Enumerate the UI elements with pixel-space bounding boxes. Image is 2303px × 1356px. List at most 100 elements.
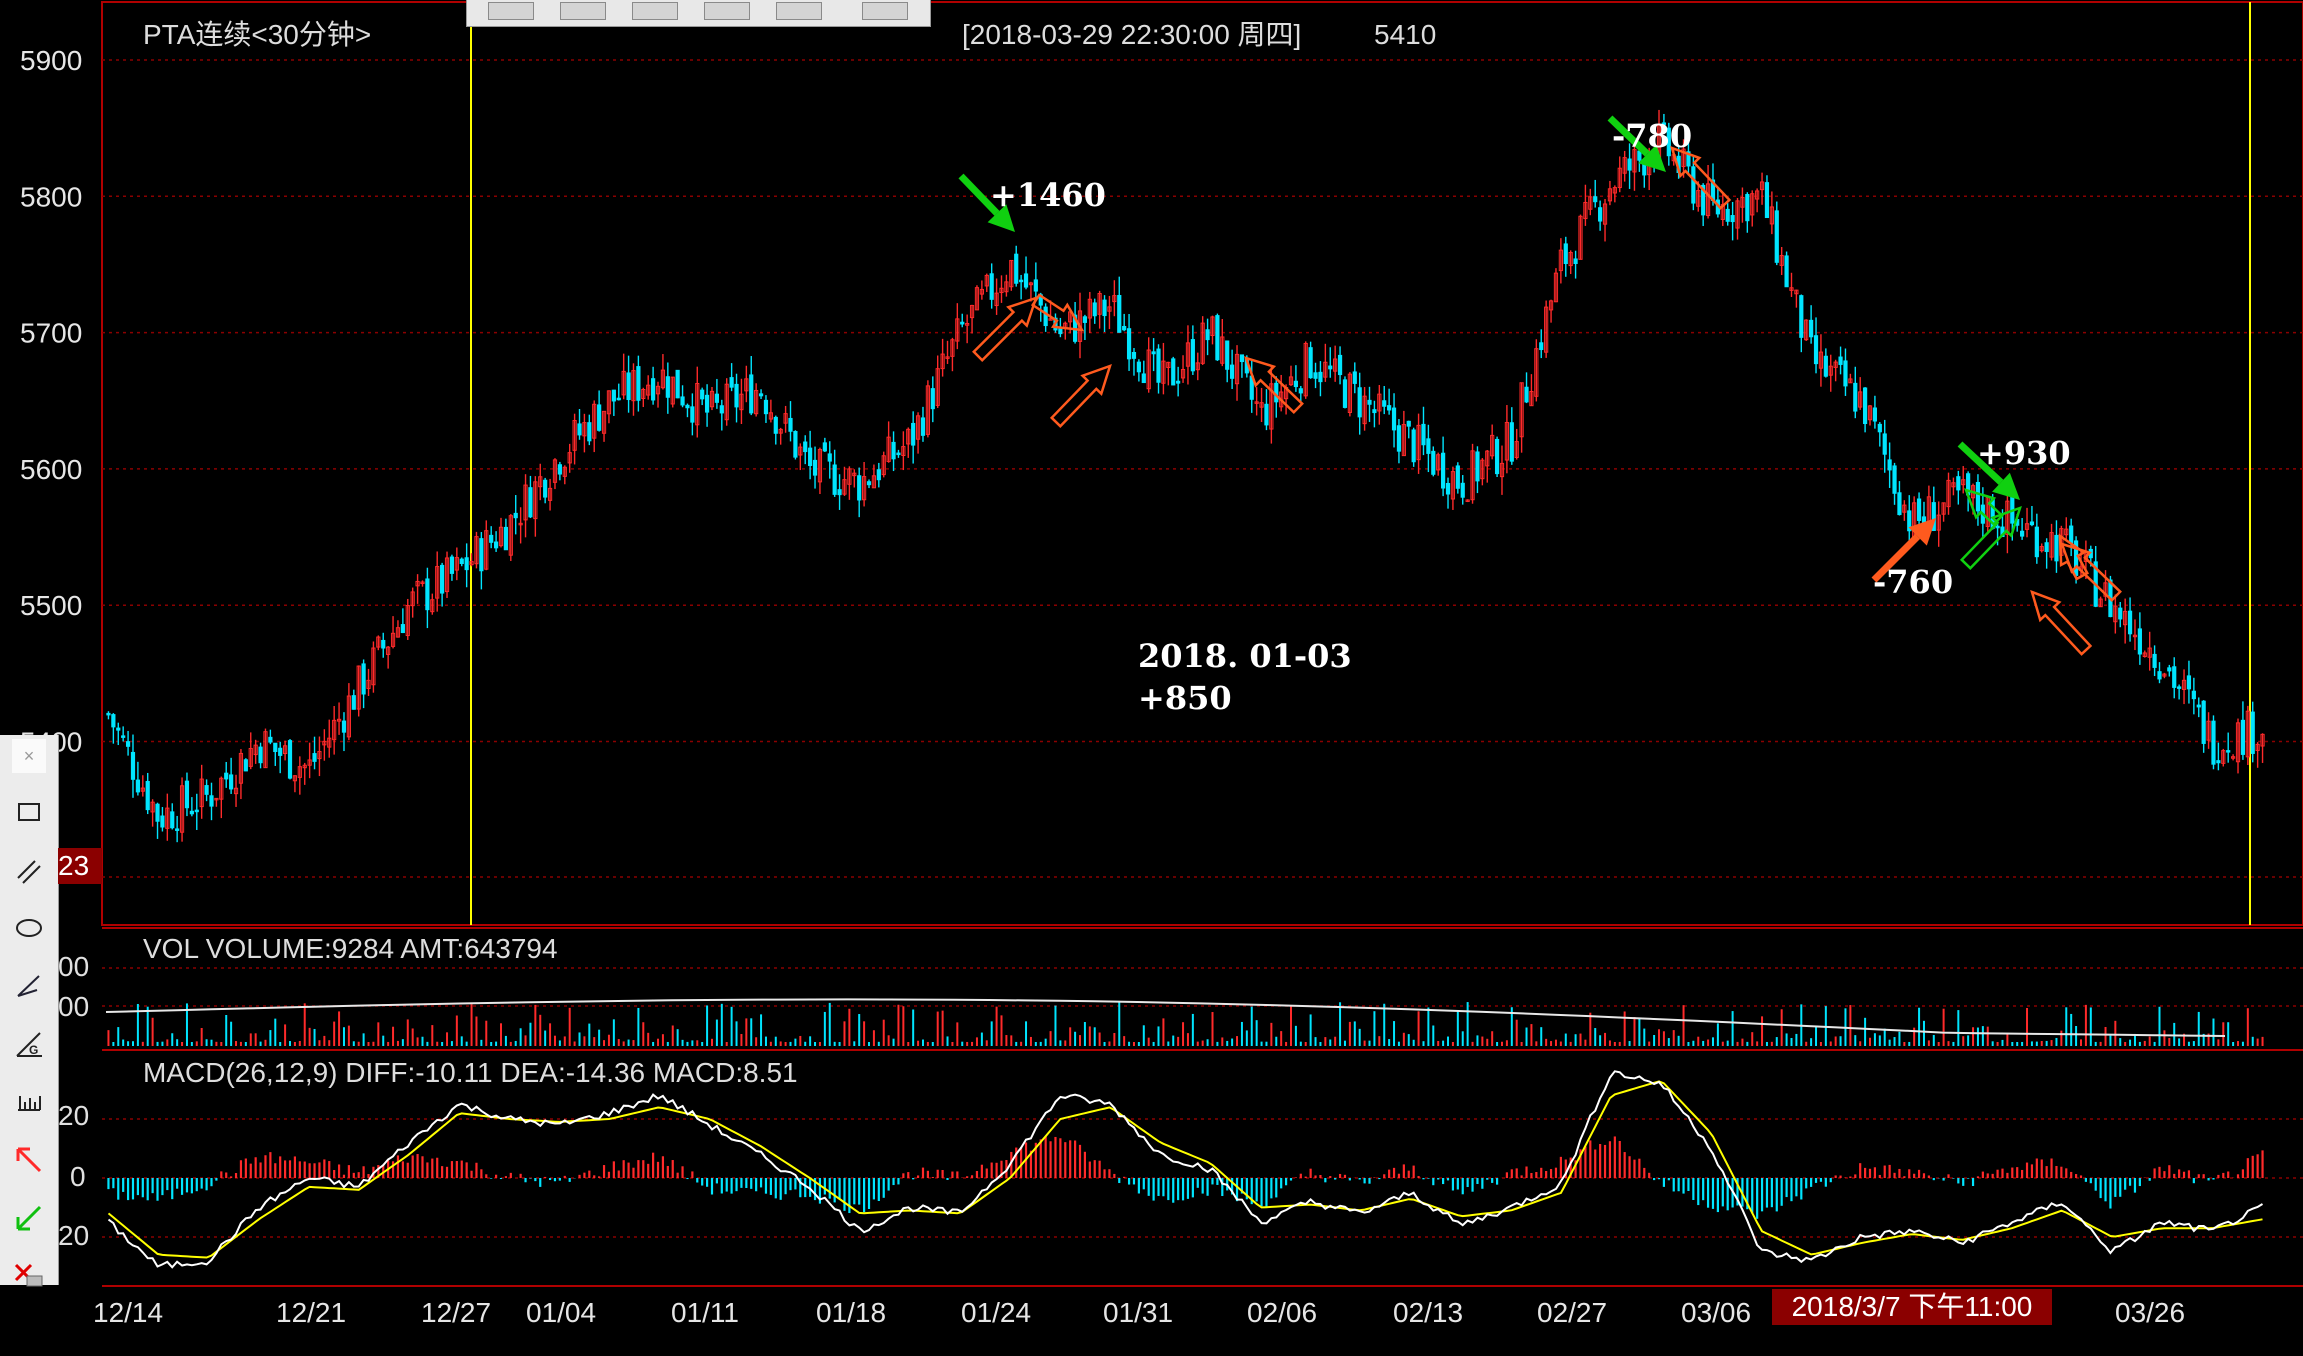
candle-body xyxy=(1872,407,1878,422)
candle-body xyxy=(616,397,621,401)
candle-body xyxy=(1043,306,1048,327)
pen-tool-icon[interactable] xyxy=(12,969,46,1003)
candle-body xyxy=(528,487,533,518)
candle-body xyxy=(1171,358,1176,386)
toolbar-button-3[interactable] xyxy=(632,2,678,20)
drawing-toolbox: × G xyxy=(0,735,59,1287)
candle-body xyxy=(1382,400,1387,407)
candle-body xyxy=(827,453,832,462)
candle-body xyxy=(2211,720,2216,765)
toolbar-button-2[interactable] xyxy=(560,2,606,20)
candle-body xyxy=(2226,750,2231,753)
candle-body xyxy=(145,780,150,811)
candle-body xyxy=(273,742,278,753)
candle-body xyxy=(1411,429,1416,463)
candle-body xyxy=(626,372,631,401)
candle-body xyxy=(258,746,263,764)
candle-body xyxy=(464,557,469,571)
candle-body xyxy=(1843,360,1848,387)
delete-tool-icon[interactable] xyxy=(12,1259,46,1293)
date-tick-label: 03/06 xyxy=(1681,1297,1751,1328)
candle-body xyxy=(1897,492,1902,516)
macd-tick-0: 0 xyxy=(70,1161,86,1192)
candle-body xyxy=(1745,194,1750,222)
candle-body xyxy=(1524,386,1529,403)
volume-ma-line xyxy=(105,998,2226,1037)
cursor-date-label: 2018/3/7 下午11:00 xyxy=(1772,1289,2052,1325)
macd-tick-20: 20 xyxy=(58,1100,89,1131)
candle-body xyxy=(989,273,994,300)
candle-body xyxy=(1853,382,1858,412)
candle-body xyxy=(1406,420,1411,427)
candle-body xyxy=(651,378,656,401)
candle-body xyxy=(489,534,494,543)
toolbar-button-6[interactable] xyxy=(862,2,908,20)
candle-body xyxy=(2152,653,2157,668)
candle-body xyxy=(312,753,317,762)
candle-body xyxy=(229,774,234,790)
candle-body xyxy=(690,406,695,423)
candle-body xyxy=(587,422,592,442)
candlestick-series xyxy=(106,109,2265,843)
candle-body xyxy=(1975,481,1981,512)
candle-body xyxy=(1239,354,1245,363)
candle-body xyxy=(2069,525,2074,544)
candle-body xyxy=(1809,319,1814,338)
candle-body xyxy=(1431,450,1436,475)
candle-body xyxy=(1122,325,1127,331)
candle-body xyxy=(1293,380,1299,388)
annotation-minus-780: -780 xyxy=(1612,117,1692,155)
macd-tick-neg20: 20 xyxy=(58,1220,89,1251)
candle-body xyxy=(125,741,131,747)
annotation-plus-1460: +1460 xyxy=(990,176,1106,214)
price-tick-label: 5600 xyxy=(20,454,82,485)
candle-body xyxy=(1176,380,1181,384)
candle-body xyxy=(758,393,764,397)
toolbar-button-5[interactable] xyxy=(776,2,822,20)
toolbar-button-1[interactable] xyxy=(488,2,534,20)
golden-ratio-tool-icon[interactable]: G xyxy=(12,1027,46,1061)
candle-body xyxy=(2118,607,2123,620)
svg-text:G: G xyxy=(29,1043,38,1057)
candle-body xyxy=(1563,243,1568,265)
candle-body xyxy=(449,556,455,574)
toolbar-button-4[interactable] xyxy=(704,2,750,20)
candle-body xyxy=(2216,760,2221,764)
candle-body xyxy=(543,479,548,498)
candle-body xyxy=(1813,335,1819,365)
date-tick-label: 02/27 xyxy=(1537,1297,1607,1328)
candle-body xyxy=(1764,182,1770,219)
candle-body xyxy=(665,376,670,398)
close-icon[interactable]: × xyxy=(12,739,46,773)
candle-body xyxy=(2137,628,2142,655)
candle-body xyxy=(1264,403,1269,426)
candle-body xyxy=(341,720,347,733)
up-arrow-tool-icon[interactable] xyxy=(12,1143,46,1177)
candle-body xyxy=(1230,364,1235,379)
volume-average-line xyxy=(105,998,2226,1037)
candle-body xyxy=(930,388,935,410)
candle-body xyxy=(1141,373,1146,384)
candle-body xyxy=(1799,295,1804,338)
candle-body xyxy=(2191,690,2196,700)
annotation-arrow xyxy=(2030,589,2093,656)
rectangle-tool-icon[interactable] xyxy=(12,795,46,829)
candle-body xyxy=(1441,452,1446,489)
ruler-tool-icon[interactable] xyxy=(12,1085,46,1119)
candle-body xyxy=(1539,342,1544,351)
candle-body xyxy=(1445,482,1451,495)
price-tick-label: 5800 xyxy=(20,181,82,212)
candle-body xyxy=(896,452,901,456)
candle-body xyxy=(911,422,916,446)
ellipse-tool-icon[interactable] xyxy=(12,911,46,945)
date-tick-label: 12/14 xyxy=(93,1297,163,1328)
parallel-lines-tool-icon[interactable] xyxy=(12,853,46,887)
candle-body xyxy=(1308,347,1313,379)
candle-body xyxy=(1372,409,1377,414)
candle-body xyxy=(1033,279,1038,292)
candle-body xyxy=(1337,354,1343,376)
down-arrow-tool-icon[interactable] xyxy=(12,1201,46,1235)
kline-chart[interactable]: 540055005600570058005900 12/1412/2112/27… xyxy=(0,0,2303,1356)
candle-body xyxy=(1225,340,1230,370)
candle-body xyxy=(1342,379,1348,408)
